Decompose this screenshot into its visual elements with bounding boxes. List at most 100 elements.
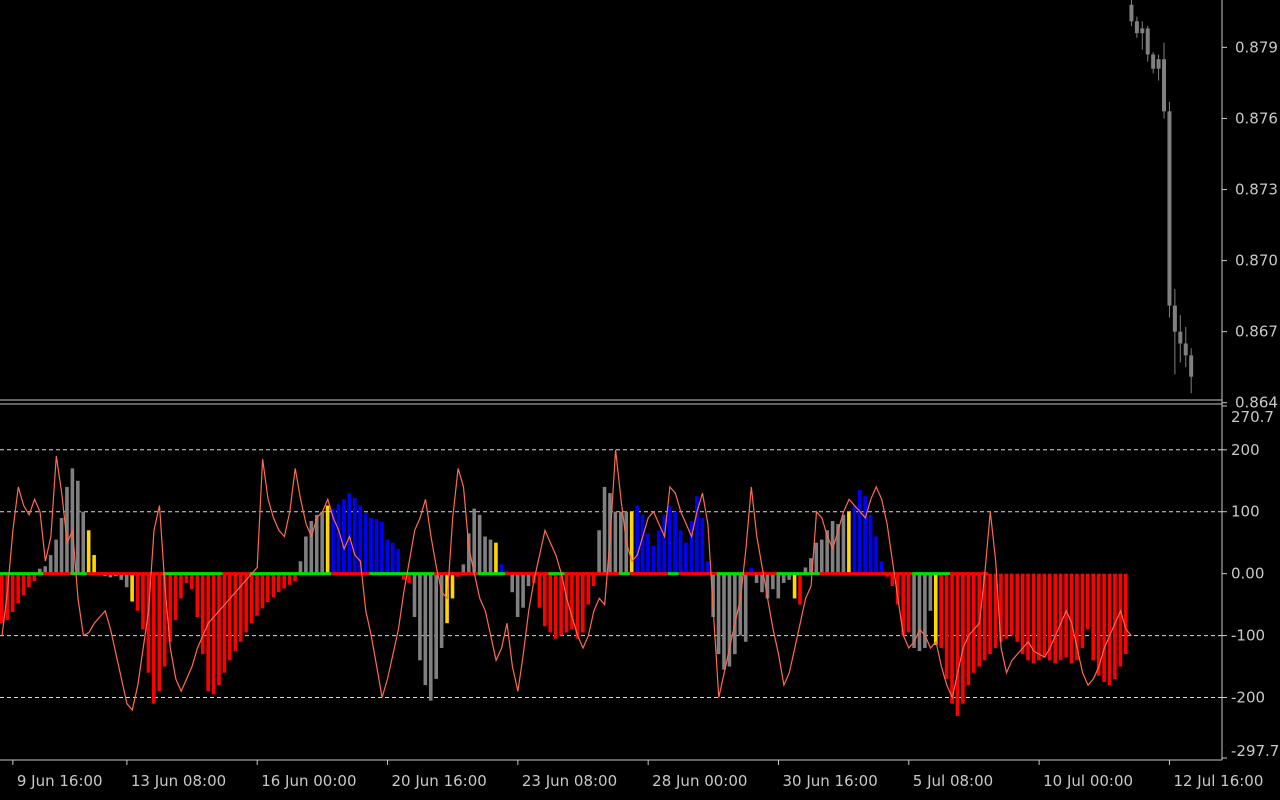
histogram-bar (1124, 573, 1128, 655)
histogram-bar (640, 514, 645, 574)
histogram-bar (211, 573, 216, 695)
histogram-bar (1118, 573, 1123, 667)
time-tick-label: 9 Jun 16:00 (17, 772, 103, 790)
histogram-bar (1020, 573, 1025, 655)
histogram-bar (602, 486, 607, 574)
histogram-bar (276, 573, 281, 593)
histogram-bar (646, 533, 650, 574)
histogram-bar (59, 517, 64, 574)
histogram-bar (1058, 573, 1063, 661)
candle-body (1178, 331, 1183, 344)
histogram-bar (412, 573, 417, 617)
histogram-bar (0, 573, 4, 624)
oscillator-pane: 270.7 200 100 0.00 -100 -200 -297.7 (0, 405, 1279, 760)
osc-tick-label: 0.00 (1231, 565, 1264, 583)
histogram-bar (418, 573, 422, 661)
histogram-bar (249, 573, 254, 624)
histogram-bar (352, 498, 357, 574)
price-tick-label: 0.879 (1235, 38, 1278, 56)
histogram-bar (629, 511, 634, 574)
forex-chart[interactable]: 0.8790.8760.8730.8700.8670.864 270.72001… (0, 0, 1280, 800)
histogram-bar (543, 573, 547, 627)
histogram-bar (857, 490, 862, 574)
candle-body (1129, 4, 1134, 22)
osc-tick-label: -100 (1231, 627, 1265, 645)
time-tick-label: 12 Jul 16:00 (1173, 772, 1263, 790)
histogram-bar (244, 573, 248, 633)
osc-tick-label: 100 (1231, 503, 1260, 521)
histogram-bar (613, 511, 618, 574)
histogram-bar (521, 573, 525, 608)
histogram-bar (54, 539, 58, 574)
histogram-bar (950, 573, 954, 704)
histogram-bar (434, 573, 438, 679)
histogram-bar (1015, 573, 1020, 642)
histogram-bar (553, 573, 558, 639)
histogram-bar (792, 573, 797, 599)
histogram-bar (705, 561, 710, 574)
histogram-bar (1096, 573, 1101, 676)
histogram-bar (27, 573, 31, 588)
candle-body (1172, 305, 1177, 332)
histogram-bar (678, 530, 683, 574)
histogram-bar (195, 573, 200, 617)
histogram-bar (304, 536, 308, 574)
histogram-bar (10, 573, 15, 613)
histogram-bar (819, 539, 824, 574)
histogram-bar (988, 573, 992, 655)
histogram-bar (320, 511, 324, 574)
candle-body (1134, 21, 1139, 34)
time-tick-label: 28 Jun 00:00 (652, 772, 747, 790)
histogram-bar (363, 512, 368, 574)
histogram-bar (591, 573, 596, 587)
histogram-bar (1009, 573, 1014, 636)
time-axis: 9 Jun 16:00 13 Jun 08:00 16 Jun 00:00 20 Ju… (12, 760, 1263, 790)
candle-body (1189, 355, 1194, 377)
histogram-bar (325, 505, 330, 574)
histogram-bar (1107, 573, 1112, 686)
histogram-bar (130, 573, 134, 602)
histogram-bar (526, 573, 531, 587)
histogram-bar (390, 542, 395, 574)
time-tick-label: 10 Jul 00:00 (1043, 772, 1133, 790)
osc-tick-label: -297.7 (1231, 742, 1279, 760)
histogram-bar (21, 573, 26, 596)
histogram-bar (298, 561, 303, 574)
histogram-bar (1026, 573, 1030, 661)
histogram-bar (1053, 573, 1058, 664)
histogram-bar (722, 573, 726, 670)
histogram-bar (70, 468, 75, 574)
histogram-bar (396, 548, 400, 574)
histogram-bar (559, 573, 563, 636)
histogram-bar (961, 573, 965, 704)
histogram-bar (428, 573, 433, 701)
histogram-bar (206, 573, 210, 692)
histogram-bar (450, 573, 455, 599)
histogram-bar (92, 555, 96, 574)
histogram-bar (380, 521, 384, 574)
histogram-bar (347, 493, 352, 574)
histogram-bar (863, 496, 867, 574)
histogram-bar (233, 573, 238, 652)
histogram-bar (217, 573, 221, 686)
histogram-bar (841, 514, 846, 574)
histogram-bar (190, 573, 194, 590)
histogram-bar (673, 511, 677, 574)
histogram-bar (124, 573, 129, 588)
histogram-bar (906, 573, 911, 633)
histogram-bar (1086, 573, 1090, 630)
histogram-bar (939, 573, 943, 648)
histogram-bar (135, 573, 140, 611)
histogram-bar (733, 573, 737, 655)
histogram-bar (852, 505, 857, 574)
candle-body (1140, 28, 1145, 34)
histogram-bar (385, 539, 390, 574)
histogram-bar (944, 573, 949, 679)
histogram-bar (282, 573, 286, 589)
time-tick-label: 16 Jun 00:00 (261, 772, 356, 790)
histogram-bar (619, 511, 623, 574)
candle-body (1156, 59, 1161, 69)
histogram-bar (173, 573, 178, 621)
histogram-bar (1004, 573, 1009, 639)
histogram-bar (141, 573, 145, 630)
